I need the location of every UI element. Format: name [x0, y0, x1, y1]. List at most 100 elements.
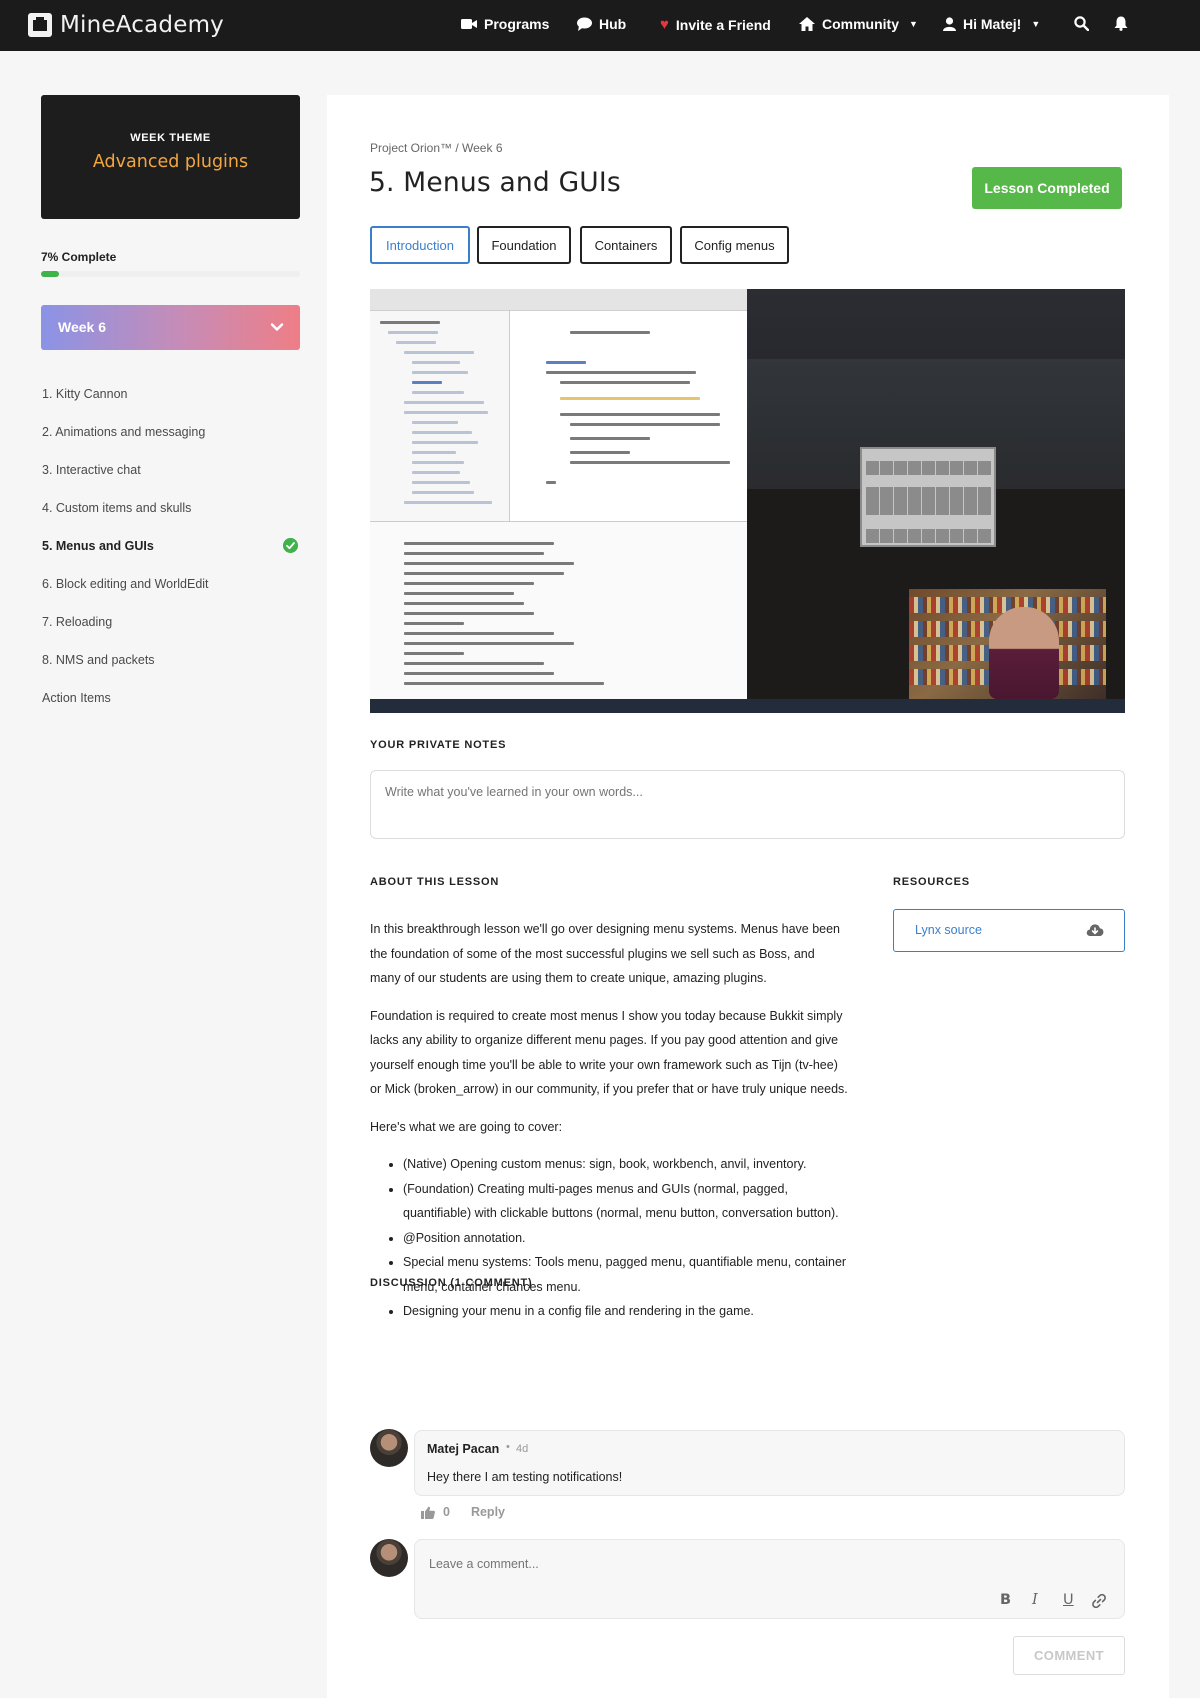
- chevron-down-icon: ▼: [1031, 19, 1041, 29]
- bell-icon[interactable]: [1114, 16, 1128, 31]
- top-navbar: MineAcademy Programs Hub ♥ Invite a Frie…: [0, 0, 1200, 51]
- chat-bubble-icon: [577, 17, 592, 31]
- nav-hub[interactable]: Hub: [577, 16, 626, 32]
- lesson-list: 1. Kitty Cannon 2. Animations and messag…: [42, 382, 300, 724]
- list-item: @Position annotation.: [403, 1226, 848, 1251]
- list-item: (Foundation) Creating multi-pages menus …: [403, 1177, 848, 1226]
- comment-timestamp: 4d: [516, 1443, 529, 1455]
- bold-button[interactable]: B: [1000, 1592, 1011, 1608]
- list-item: Designing your menu in a config file and…: [403, 1299, 848, 1324]
- lesson-item-active[interactable]: 5. Menus and GUIs: [42, 534, 300, 572]
- comment-separator: •: [506, 1441, 510, 1453]
- resources-heading: RESOURCES: [893, 876, 970, 888]
- lesson-item-label: 5. Menus and GUIs: [42, 539, 154, 553]
- submit-comment-button[interactable]: COMMENT: [1013, 1636, 1125, 1675]
- heart-icon: ♥: [660, 16, 669, 33]
- video-webcam-overlay: [909, 589, 1106, 699]
- comment-actions: 0 Reply: [421, 1505, 505, 1519]
- lesson-item-label: 2. Animations and messaging: [42, 425, 206, 439]
- reply-button[interactable]: Reply: [471, 1505, 505, 1519]
- video-taskbar: [370, 699, 1125, 713]
- nav-hub-label: Hub: [599, 16, 627, 32]
- video-inventory-panel: [860, 447, 996, 547]
- nav-programs-label: Programs: [484, 16, 550, 32]
- progress-bar-fill: [41, 271, 60, 277]
- about-paragraph: Foundation is required to create most me…: [370, 1008, 848, 1097]
- week-selector[interactable]: Week 6: [41, 305, 300, 350]
- inventory-row: [866, 529, 992, 543]
- like-count: 0: [443, 1505, 450, 1519]
- resource-label: Lynx source: [915, 923, 982, 937]
- lesson-item-label: 7. Reloading: [42, 615, 113, 629]
- nav-user-menu[interactable]: Hi Matej! ▼: [943, 16, 1040, 32]
- chevron-down-icon: ▼: [909, 19, 918, 29]
- lesson-video-player[interactable]: [370, 289, 1125, 713]
- italic-button[interactable]: I: [1032, 1592, 1038, 1608]
- lesson-item[interactable]: 8. NMS and packets: [42, 648, 300, 686]
- comment-author[interactable]: Matej Pacan: [427, 1442, 499, 1456]
- about-paragraph: Here's what we are going to cover:: [370, 1119, 563, 1134]
- comment-input[interactable]: [429, 1554, 1029, 1574]
- underline-button[interactable]: U: [1063, 1592, 1074, 1608]
- nav-community[interactable]: Community ▼: [799, 16, 918, 32]
- lesson-item-label: 1. Kitty Cannon: [42, 387, 128, 401]
- lesson-completed-button[interactable]: Lesson Completed: [972, 167, 1122, 209]
- video-ide-project-tree: [370, 311, 510, 521]
- lesson-item-label: 4. Custom items and skulls: [42, 501, 192, 515]
- nav-community-label: Community: [822, 16, 899, 32]
- inventory-row: [866, 461, 992, 475]
- lesson-item[interactable]: 6. Block editing and WorldEdit: [42, 572, 300, 610]
- nav-invite-friend[interactable]: ♥ Invite a Friend: [660, 16, 771, 33]
- week-selector-label: Week 6: [58, 319, 106, 335]
- lesson-item-label: 8. NMS and packets: [42, 653, 155, 667]
- tab-foundation[interactable]: Foundation: [477, 226, 571, 264]
- nav-user-label: Hi Matej!: [963, 16, 1022, 32]
- check-circle-icon: [283, 538, 298, 553]
- lesson-item[interactable]: 2. Animations and messaging: [42, 420, 300, 458]
- list-item: (Native) Opening custom menus: sign, boo…: [403, 1152, 848, 1177]
- notes-heading: YOUR PRIVATE NOTES: [370, 739, 507, 751]
- avatar[interactable]: [370, 1429, 408, 1467]
- video-ide-console: [370, 521, 747, 699]
- lesson-item[interactable]: Action Items: [42, 686, 300, 724]
- nav-programs[interactable]: Programs: [461, 16, 549, 32]
- week-theme-box: WEEK THEME Advanced plugins: [41, 95, 300, 219]
- about-paragraph: In this breakthrough lesson we'll go ove…: [370, 922, 841, 985]
- resource-download-button[interactable]: Lynx source: [893, 909, 1125, 952]
- tab-introduction[interactable]: Introduction: [370, 226, 470, 264]
- link-icon[interactable]: [1091, 1593, 1107, 1609]
- progress-label: 7% Complete: [41, 250, 117, 264]
- lesson-item[interactable]: 3. Interactive chat: [42, 458, 300, 496]
- inventory-row: [866, 501, 992, 515]
- lesson-item-label: 6. Block editing and WorldEdit: [42, 577, 209, 591]
- comment: Matej Pacan • 4d Hey there I am testing …: [414, 1430, 1125, 1496]
- avatar: [370, 1539, 408, 1577]
- comment-text: Hey there I am testing notifications!: [427, 1470, 623, 1484]
- video-camera-icon: [461, 19, 477, 29]
- search-icon[interactable]: [1074, 16, 1089, 31]
- lesson-item-label: 3. Interactive chat: [42, 463, 141, 477]
- video-ide-editor: [510, 311, 747, 521]
- chevron-down-icon: [270, 323, 284, 331]
- logo-icon: [28, 13, 52, 37]
- brand-logo[interactable]: MineAcademy: [28, 12, 224, 38]
- week-theme-label: WEEK THEME: [130, 132, 211, 144]
- progress-bar: [41, 271, 300, 277]
- video-ide-toolbar: [370, 289, 747, 311]
- breadcrumb: Project Orion™ / Week 6: [370, 141, 503, 155]
- page-title: 5. Menus and GUIs: [369, 167, 621, 198]
- discussion-heading: DISCUSSION (1 COMMENT): [370, 1277, 533, 1289]
- tab-containers[interactable]: Containers: [580, 226, 672, 264]
- user-icon: [943, 17, 956, 31]
- private-notes-input[interactable]: [370, 770, 1125, 839]
- lesson-item[interactable]: 1. Kitty Cannon: [42, 382, 300, 420]
- presenter: [989, 607, 1059, 699]
- thumbs-up-icon[interactable]: [421, 1506, 435, 1519]
- cloud-download-icon: [1086, 924, 1104, 936]
- lesson-item-label: Action Items: [42, 691, 111, 705]
- tab-config-menus[interactable]: Config menus: [680, 226, 789, 264]
- video-ide-screen: [370, 289, 747, 713]
- lesson-item[interactable]: 7. Reloading: [42, 610, 300, 648]
- list-item: Special menu systems: Tools menu, pagged…: [403, 1250, 848, 1299]
- lesson-item[interactable]: 4. Custom items and skulls: [42, 496, 300, 534]
